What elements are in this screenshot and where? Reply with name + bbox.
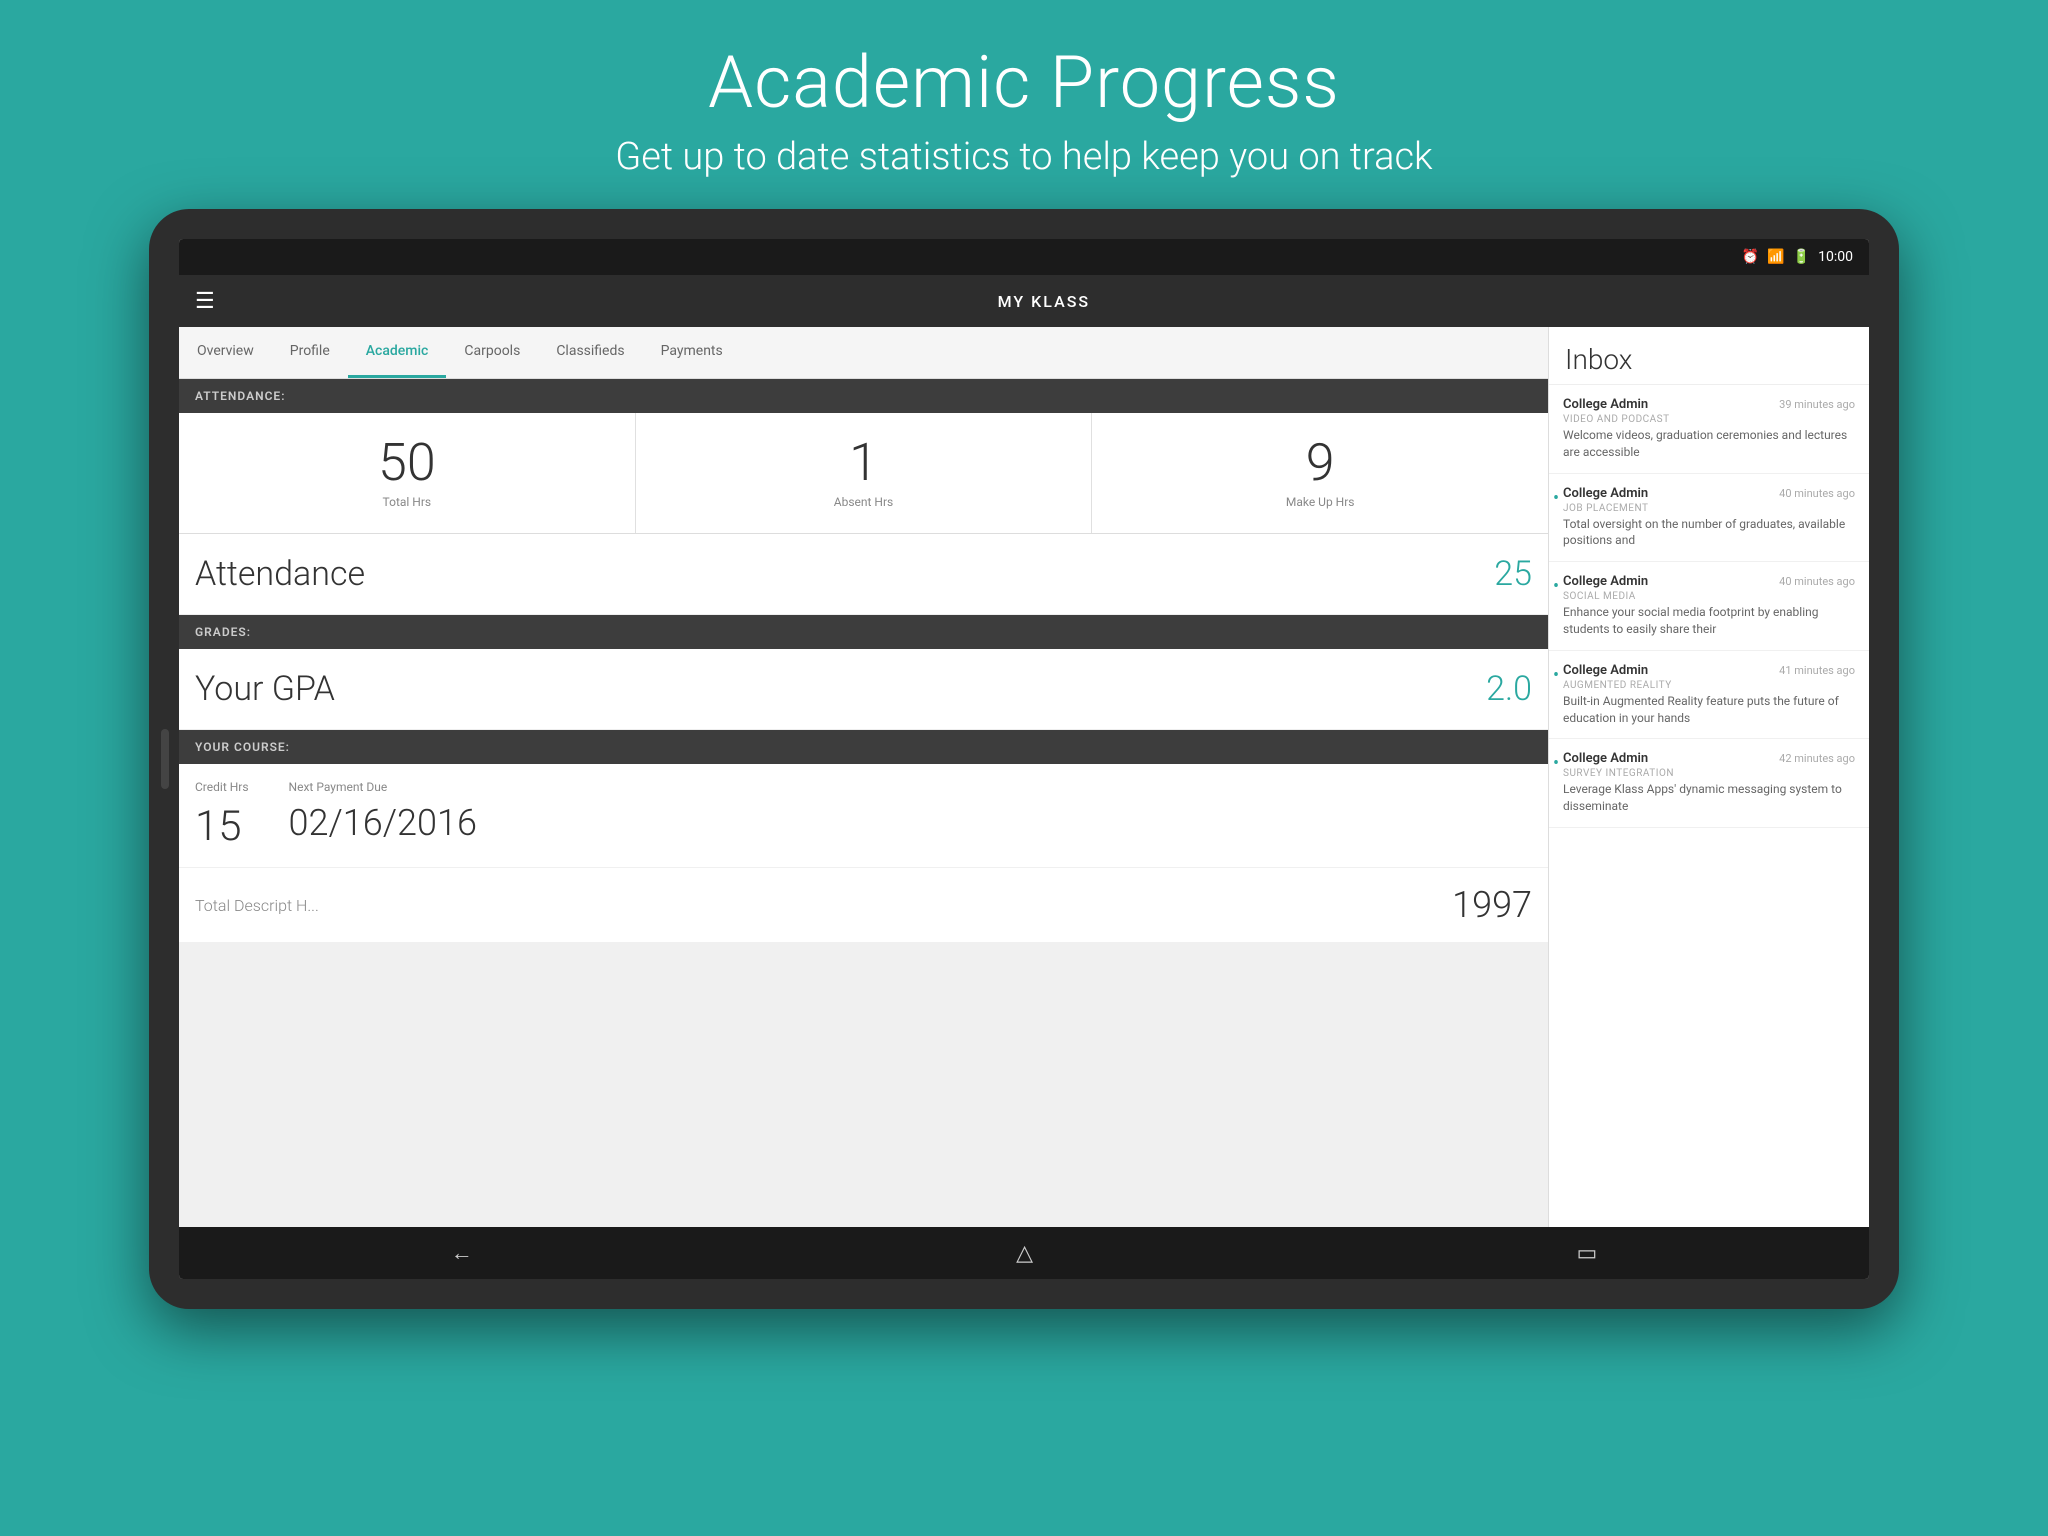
total-hrs-value: 50 [378,437,436,489]
partial-row: Total Descript H... 1997 [179,868,1548,942]
gpa-value: 2.0 [1486,669,1532,709]
tab-payments[interactable]: Payments [643,327,741,378]
inbox-title: Inbox [1549,327,1869,385]
inbox-preview: Total oversight on the number of graduat… [1563,516,1855,550]
time-display: 10:00 [1818,249,1853,265]
content-area: ATTENDANCE: 50 Total Hrs 1 Absent Hrs 9 [179,379,1548,1227]
inbox-category: JOB PLACEMENT [1563,503,1855,514]
inbox-sender: College Admin 40 minutes ago [1563,574,1855,589]
attendance-stats: 50 Total Hrs 1 Absent Hrs 9 Make Up Hrs [179,413,1548,534]
next-payment-value: 02/16/2016 [289,802,477,844]
tab-classifieds[interactable]: Classifieds [538,327,642,378]
course-fields: Credit Hrs 15 Next Payment Due 02/16/201… [195,780,1532,851]
gpa-row: Your GPA 2.0 [179,649,1548,730]
page-subtitle: Get up to date statistics to help keep y… [615,135,1432,179]
inbox-sender: College Admin 41 minutes ago [1563,663,1855,678]
inbox-category: SOCIAL MEDIA [1563,591,1855,602]
stat-total-hrs: 50 Total Hrs [179,413,636,533]
credit-hrs-value: 15 [195,802,249,851]
attendance-value: 25 [1494,554,1532,594]
grades-header: GRADES: [179,615,1548,649]
tablet-device: ⏰ 📶 🔋 10:00 ☰ MY KLASS Overview Profile … [149,209,1899,1309]
inbox-sender: College Admin 39 minutes ago [1563,397,1855,412]
inbox-category: VIDEO AND PODCAST [1563,414,1855,425]
back-button[interactable]: ← [411,1232,513,1274]
stat-makeup-hrs: 9 Make Up Hrs [1092,413,1548,533]
tab-carpools[interactable]: Carpools [446,327,538,378]
makeup-hrs-label: Make Up Hrs [1286,495,1355,509]
tablet-screen: ⏰ 📶 🔋 10:00 ☰ MY KLASS Overview Profile … [179,239,1869,1279]
absent-hrs-label: Absent Hrs [834,495,893,509]
tab-profile[interactable]: Profile [272,327,348,378]
stat-absent-hrs: 1 Absent Hrs [636,413,1093,533]
page-header: Academic Progress Get up to date statist… [595,0,1452,209]
partial-label: Total Descript H... [195,896,319,915]
inbox-item[interactable]: College Admin 41 minutes ago AUGMENTED R… [1549,651,1869,740]
wifi-icon: 📶 [1767,249,1784,265]
nav-bar: ← △ ▭ [179,1227,1869,1279]
inbox-category: AUGMENTED REALITY [1563,680,1855,691]
battery-icon: 🔋 [1793,249,1810,265]
inbox-sender: College Admin 42 minutes ago [1563,751,1855,766]
partial-value: 1997 [1452,884,1532,926]
course-section: Credit Hrs 15 Next Payment Due 02/16/201… [179,764,1548,867]
tab-bar: Overview Profile Academic Carpools Class… [179,327,1548,379]
alarm-icon: ⏰ [1742,249,1759,265]
inbox-preview: Enhance your social media footprint by e… [1563,604,1855,638]
inbox-item[interactable]: College Admin 42 minutes ago SURVEY INTE… [1549,739,1869,828]
inbox-item[interactable]: College Admin 40 minutes ago JOB PLACEME… [1549,474,1869,563]
attendance-label: Attendance [195,554,1494,594]
inbox-preview: Welcome videos, graduation ceremonies an… [1563,427,1855,461]
page-title: Academic Progress [615,40,1432,125]
menu-button[interactable]: ☰ [195,289,215,314]
inbox-panel: Inbox College Admin 39 minutes ago VIDEO… [1549,327,1869,1227]
next-payment-field: Next Payment Due 02/16/2016 [289,780,477,851]
app-bar: ☰ MY KLASS [179,275,1869,327]
inbox-list: College Admin 39 minutes ago VIDEO AND P… [1549,385,1869,1227]
course-header: YOUR COURSE: [179,730,1548,764]
tab-academic[interactable]: Academic [348,327,447,378]
credit-hrs-field: Credit Hrs 15 [195,780,249,851]
inbox-sender: College Admin 40 minutes ago [1563,486,1855,501]
app-title: MY KLASS [235,292,1853,311]
credit-hrs-label: Credit Hrs [195,780,249,794]
attendance-header: ATTENDANCE: [179,379,1548,413]
recents-button[interactable]: ▭ [1536,1233,1637,1274]
inbox-preview: Built-in Augmented Reality feature puts … [1563,693,1855,727]
next-payment-label: Next Payment Due [289,780,477,794]
gpa-label: Your GPA [195,669,1486,709]
attendance-score-row: Attendance 25 [179,534,1548,615]
home-button[interactable]: △ [976,1233,1073,1274]
main-area: Overview Profile Academic Carpools Class… [179,327,1869,1227]
inbox-preview: Leverage Klass Apps' dynamic messaging s… [1563,781,1855,815]
left-panel: Overview Profile Academic Carpools Class… [179,327,1549,1227]
makeup-hrs-value: 9 [1306,437,1335,489]
status-icons: ⏰ 📶 🔋 10:00 [1742,249,1853,265]
total-hrs-label: Total Hrs [383,495,432,509]
inbox-item[interactable]: College Admin 39 minutes ago VIDEO AND P… [1549,385,1869,474]
absent-hrs-value: 1 [849,437,878,489]
inbox-category: SURVEY INTEGRATION [1563,768,1855,779]
tab-overview[interactable]: Overview [179,327,272,378]
inbox-item[interactable]: College Admin 40 minutes ago SOCIAL MEDI… [1549,562,1869,651]
status-bar: ⏰ 📶 🔋 10:00 [179,239,1869,275]
